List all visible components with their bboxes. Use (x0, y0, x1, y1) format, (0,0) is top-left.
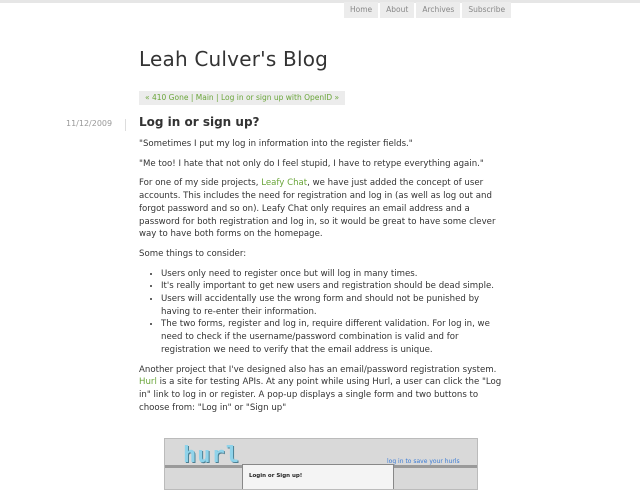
hurl-screenshot-image: hurl log in to save your hurls Login or … (164, 438, 478, 490)
list-item: The two forms, register and log in, requ… (161, 318, 504, 356)
list-item: It's really important to get new users a… (161, 280, 504, 293)
nav-about-link[interactable]: About (380, 2, 415, 18)
post-body: "Sometimes I put my log in information i… (139, 138, 504, 421)
paragraph: For one of my side projects, Leafy Chat,… (139, 177, 504, 241)
list-item: Users will accidentally use the wrong fo… (161, 293, 504, 318)
next-post-link[interactable]: Log in or sign up with OpenID » (221, 93, 339, 102)
prev-post-link[interactable]: « 410 Gone (145, 93, 188, 102)
paragraph: Another project that I've designed also … (139, 364, 504, 415)
post-title[interactable]: Log in or sign up? (139, 115, 260, 129)
leafy-chat-link[interactable]: Leafy Chat (261, 178, 307, 188)
nav-home-link[interactable]: Home (344, 2, 379, 18)
breadcrumb-separator: | (188, 93, 196, 102)
hurl-login-modal: Login or Sign up! (242, 464, 394, 489)
hurl-modal-title: Login or Sign up! (249, 473, 303, 479)
top-nav: Home About Archives Subscribe (344, 2, 512, 18)
paragraph-text: Another project that I've designed also … (139, 364, 497, 375)
paragraph-text: is a site for testing APIs. At any point… (139, 377, 502, 413)
breadcrumb: « 410 Gone | Main | Log in or sign up wi… (139, 91, 346, 105)
nav-archives-link[interactable]: Archives (416, 2, 461, 18)
paragraph-text: For one of my side projects, (139, 178, 262, 189)
post-date: 11/12/2009 (66, 119, 113, 128)
hurl-link[interactable]: Hurl (139, 377, 157, 387)
main-link[interactable]: Main (196, 93, 214, 102)
considerations-list: Users only need to register once but wil… (139, 268, 504, 357)
divider (125, 119, 126, 131)
paragraph: "Sometimes I put my log in information i… (139, 139, 413, 149)
paragraph: "Me too! I hate that not only do I feel … (139, 158, 484, 169)
hurl-login-rest: to save your hurls (403, 458, 460, 465)
breadcrumb-separator: | (213, 93, 221, 102)
nav-subscribe-link[interactable]: Subscribe (462, 2, 512, 18)
paragraph: Some things to consider: (139, 248, 247, 259)
top-border (0, 0, 640, 3)
hurl-login-text: log in to save your hurls (387, 458, 460, 465)
list-item: Users only need to register once but wil… (161, 268, 504, 281)
blog-title[interactable]: Leah Culver's Blog (139, 47, 328, 71)
